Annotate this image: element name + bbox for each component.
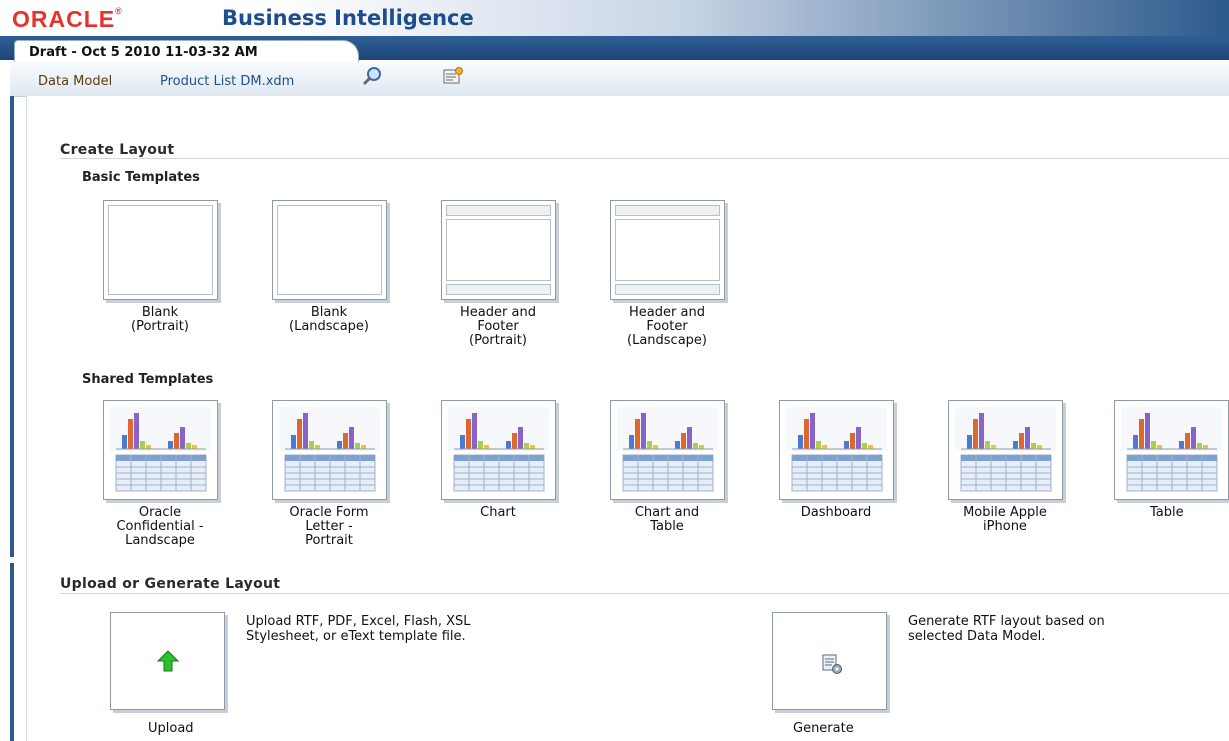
- generate-description: Generate RTF layout based on selected Da…: [908, 614, 1105, 644]
- header-bar: ORACLE® Business Intelligence: [0, 0, 1229, 36]
- template-thumbnail: [271, 400, 387, 500]
- data-model-label: Data Model: [38, 74, 113, 89]
- template-label: Header and Footer (Portrait): [460, 305, 536, 348]
- data-model-link[interactable]: Product List DM.xdm: [160, 74, 294, 89]
- tab-label: Draft - Oct 5 2010 11-03-32 AM: [29, 45, 258, 60]
- template-thumbnail: [440, 200, 556, 300]
- shared-templates-title: Shared Templates: [82, 372, 214, 387]
- breadcrumb: Data Model Product List DM.xdm: [10, 62, 1229, 97]
- upload-description: Upload RTF, PDF, Excel, Flash, XSL Style…: [246, 614, 471, 644]
- upload-arrow-icon: [156, 650, 180, 672]
- generate-document-icon: [822, 654, 842, 674]
- template-dashboard[interactable]: Dashboard: [766, 400, 906, 520]
- generate-button[interactable]: [772, 612, 887, 710]
- section-divider: [60, 593, 1229, 594]
- template-label: Chart: [480, 505, 516, 520]
- template-preview-graphic: [1121, 407, 1222, 492]
- template-label: Oracle Confidential - Landscape: [116, 505, 204, 548]
- template-thumbnail: [440, 400, 556, 500]
- template-preview-graphic: [954, 407, 1056, 492]
- upload-generate-title: Upload or Generate Layout: [60, 576, 281, 592]
- tab-draft[interactable]: Draft - Oct 5 2010 11-03-32 AM: [14, 40, 359, 63]
- template-thumbnail: [778, 400, 894, 500]
- template-preview-graphic: [785, 407, 887, 492]
- template-oracle-form-letter-portrait[interactable]: Oracle Form Letter - Portrait: [259, 400, 399, 548]
- template-table[interactable]: Table: [1104, 400, 1229, 520]
- magnifier-icon[interactable]: [362, 66, 384, 88]
- properties-icon[interactable]: [442, 66, 464, 88]
- template-label: Blank (Portrait): [131, 305, 189, 334]
- template-chart[interactable]: Chart: [428, 400, 568, 520]
- template-label: Table: [1150, 505, 1184, 520]
- template-preview-graphic: [278, 407, 380, 492]
- template-preview-graphic: [616, 407, 718, 492]
- template-mobile-apple-iphone[interactable]: Mobile Apple iPhone: [935, 400, 1075, 534]
- left-rail-gap: [10, 557, 14, 563]
- app-title: Business Intelligence: [222, 6, 474, 30]
- template-header-footer-portrait[interactable]: Header and Footer (Portrait): [428, 200, 568, 348]
- upload-label: Upload: [148, 721, 194, 736]
- template-preview-graphic: [447, 407, 549, 492]
- left-rail: [10, 96, 14, 741]
- template-thumbnail: [102, 200, 218, 300]
- generate-label: Generate: [793, 721, 854, 736]
- section-divider: [60, 158, 1229, 159]
- template-header-footer-landscape[interactable]: Header and Footer (Landscape): [597, 200, 737, 348]
- template-blank-portrait[interactable]: Blank (Portrait): [90, 200, 230, 334]
- template-preview-graphic: [109, 407, 211, 492]
- basic-templates-title: Basic Templates: [82, 170, 200, 185]
- template-label: Mobile Apple iPhone: [963, 505, 1047, 534]
- template-label: Header and Footer (Landscape): [627, 305, 707, 348]
- template-thumbnail: [609, 200, 725, 300]
- template-label: Blank (Landscape): [289, 305, 369, 334]
- template-thumbnail: [1114, 400, 1229, 500]
- create-layout-title: Create Layout: [60, 142, 175, 158]
- template-thumbnail: [947, 400, 1063, 500]
- oracle-logo: ORACLE®: [12, 6, 123, 32]
- template-thumbnail: [271, 200, 387, 300]
- template-oracle-confidential-landscape[interactable]: Oracle Confidential - Landscape: [90, 400, 230, 548]
- template-label: Dashboard: [800, 505, 872, 520]
- upload-button[interactable]: [110, 612, 225, 710]
- template-thumbnail: [609, 400, 725, 500]
- template-blank-landscape[interactable]: Blank (Landscape): [259, 200, 399, 334]
- template-thumbnail: [102, 400, 218, 500]
- template-label: Oracle Form Letter - Portrait: [289, 505, 369, 548]
- template-chart-and-table[interactable]: Chart and Table: [597, 400, 737, 534]
- template-label: Chart and Table: [634, 505, 700, 534]
